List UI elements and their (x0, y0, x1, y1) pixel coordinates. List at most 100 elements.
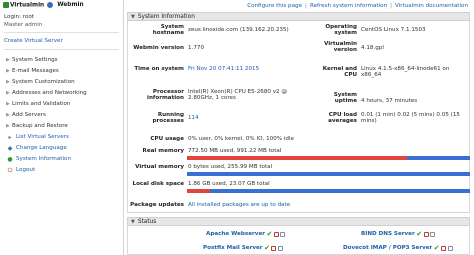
sidebar-item-list-virtual-servers[interactable]: ▸ List Virtual Servers (0, 132, 123, 143)
sidebar-item-system-customization[interactable]: ▶ System Customization (0, 77, 123, 88)
cpu-usage-label: CPU usage (150, 136, 184, 142)
sidebar-item-email-messages[interactable]: ▶ E-mail Messages (0, 66, 123, 77)
uptime-label: System uptime (333, 92, 357, 105)
stop-icon[interactable] (271, 245, 277, 251)
status-title: Status (137, 218, 157, 225)
virtualmin-logo-icon (3, 1, 9, 8)
restart-icon[interactable] (447, 245, 453, 251)
sidebar-item-label: E-mail Messages (12, 68, 59, 74)
stop-icon[interactable] (273, 231, 279, 237)
check-icon: ✔ (266, 230, 273, 238)
divider (4, 32, 119, 33)
uptime-value: 4 hours, 37 minutes (361, 98, 418, 104)
sidebar-item-label: List Virtual Servers (16, 134, 69, 140)
info-icon: ● (7, 156, 13, 163)
sysinfo-title: System Information (137, 13, 195, 20)
sidebar-item-label: System Information (16, 156, 72, 162)
os-value: CentOS Linux 7.1.1503 (361, 27, 426, 33)
list-icon: ▸ (8, 134, 12, 141)
service-bind[interactable]: BIND DNS Server ✔ (361, 230, 436, 238)
sidebar-menu: ▶ System Settings ▶ E-mail Messages ▶ Syste… (0, 53, 123, 176)
service-dovecot[interactable]: Dovecot IMAP / POP3 Server ✔ (343, 244, 453, 252)
create-virtual-server-link[interactable]: Create Virtual Server (0, 36, 123, 46)
kernel-label: Kernel and CPU (322, 66, 357, 79)
restart-icon[interactable] (280, 231, 286, 237)
sidebar-item-label: Logout (16, 167, 36, 173)
sidebar-item-label: Add Servers (12, 112, 46, 118)
virtual-memory-label: Virtual memory (135, 164, 184, 170)
service-name: Dovecot IMAP / POP3 Server (343, 245, 433, 251)
sidebar-item-system-settings[interactable]: ▶ System Settings (0, 55, 123, 66)
main-content: ▼ System Information System hostname zeu… (127, 12, 470, 213)
service-name: BIND DNS Server (361, 231, 415, 237)
collapse-icon: ▼ (131, 218, 135, 225)
separator: | (305, 2, 307, 9)
sysinfo-panel: System hostname zeus.linoxide.com (139.1… (127, 21, 470, 213)
hostname-value: zeus.linoxide.com (139.162.20.235) (188, 27, 289, 33)
separator: | (390, 2, 393, 9)
sidebar-item-label: Backup and Restore (12, 123, 68, 129)
hostname-label: System hostname (152, 24, 184, 37)
check-icon: ✔ (416, 230, 423, 238)
real-memory-bar-fill (187, 156, 408, 160)
sidebar-item-label: Addresses and Networking (12, 90, 87, 96)
documentation-link[interactable]: Virtualmin documentation (395, 3, 468, 9)
stop-icon[interactable] (441, 245, 447, 251)
sidebar-item-limits-validation[interactable]: ▶ Limits and Validation (0, 99, 123, 110)
sysinfo-panel-header[interactable]: ▼ System Information (127, 12, 470, 21)
restart-icon[interactable] (277, 245, 283, 251)
sidebar-item-label: Limits and Validation (12, 101, 71, 107)
status-panel-header[interactable]: ▼ Status (127, 217, 470, 226)
sidebar-item-label: Change Language (16, 145, 67, 151)
virtualmin-version-value: 4.18.gpl (361, 45, 384, 51)
sidebar-item-backup-restore[interactable]: ▶ Backup and Restore (0, 121, 123, 132)
processor-value: Intel(R) Xeon(R) CPU E5-2680 v2 @ 2.80GH… (188, 89, 287, 102)
sidebar-item-label: System Settings (12, 57, 58, 63)
divider (4, 49, 119, 50)
sidebar-item-system-information[interactable]: ● System Information (0, 154, 123, 165)
top-links-bar: Configure this page | Refresh system inf… (124, 0, 474, 11)
configure-page-link[interactable]: Configure this page (247, 3, 302, 9)
processor-label: Processor information (147, 89, 184, 102)
sidebar-item-addresses-networking[interactable]: ▶ Addresses and Networking (0, 88, 123, 99)
real-memory-label: Real memory (142, 148, 184, 154)
running-processes-link[interactable]: 114 (188, 115, 248, 121)
tab-virtualmin-label: Virtualmin (10, 2, 45, 9)
virtual-memory-bar (187, 172, 470, 176)
service-name: Apache Webserver (206, 231, 265, 237)
sidebar-item-change-language[interactable]: ◆ Change Language (0, 143, 123, 154)
package-updates-link[interactable]: All installed packages are up to date (188, 202, 388, 208)
os-label: Operating system (325, 24, 357, 37)
kernel-value: Linux 4.1.5-x86_64-linode61 on x86_64 (361, 66, 450, 79)
check-icon: ✔ (433, 244, 440, 252)
tab-virtualmin[interactable]: Virtualmin (3, 1, 45, 9)
virtualmin-version-label: Virtualmin version (324, 41, 357, 54)
webmin-version-value: 1.770 (188, 45, 205, 51)
webmin-logo-icon (47, 2, 54, 8)
sidebar: Virtualmin Webmin Login: root Master adm… (0, 0, 124, 255)
logout-icon: ⏻ (7, 167, 13, 174)
package-updates-label: Package updates (130, 202, 184, 208)
status-panel: Apache Webserver ✔ BIND DNS Server ✔ Pos… (127, 226, 470, 255)
service-postfix[interactable]: Postfix Mail Server ✔ (203, 244, 283, 252)
running-processes-label: Running processes (152, 112, 185, 125)
service-apache[interactable]: Apache Webserver ✔ (206, 230, 286, 238)
tab-webmin[interactable]: Webmin (57, 2, 83, 8)
cpu-load-value: 0.01 (1 min) 0.02 (5 mins) 0.05 (15 mins… (361, 112, 460, 125)
time-label: Time on system (134, 66, 184, 72)
refresh-sysinfo-link[interactable]: Refresh system information (310, 3, 387, 9)
time-value-link[interactable]: Fri Nov 20 07:41:11 2015 (188, 66, 308, 72)
disk-space-bar (187, 189, 470, 193)
stop-icon[interactable] (423, 231, 429, 237)
sidebar-tabs: Virtualmin Webmin (0, 0, 123, 10)
sidebar-item-logout[interactable]: ⏻ Logout (0, 165, 123, 176)
role-text: Master admin (4, 22, 43, 28)
restart-icon[interactable] (430, 231, 436, 237)
sidebar-item-add-servers[interactable]: ▶ Add Servers (0, 110, 123, 121)
check-icon: ✔ (264, 244, 270, 252)
virtual-memory-value: 0 bytes used, 255.99 MB total (188, 164, 273, 170)
disk-space-bar-fill (187, 189, 210, 193)
real-memory-bar (187, 156, 470, 160)
language-icon: ◆ (7, 145, 13, 152)
login-text: Login: root (4, 14, 34, 20)
